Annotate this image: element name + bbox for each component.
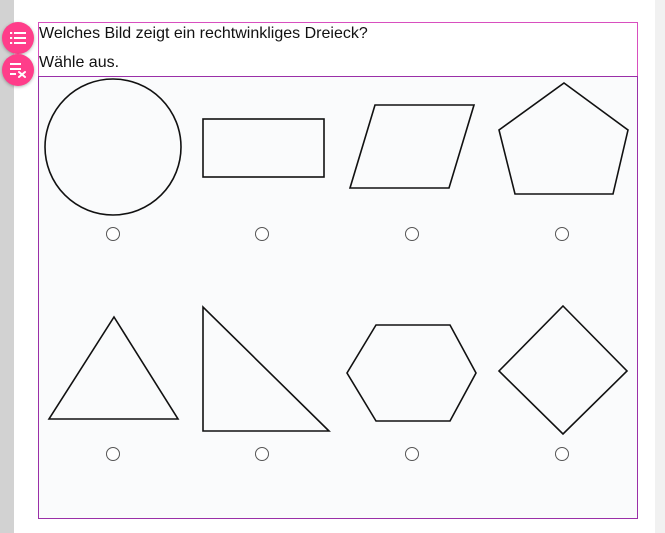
question-text: Welches Bild zeigt ein rechtwinkliges Dr… <box>39 25 368 42</box>
option-parallelogram-shape[interactable] <box>348 104 476 189</box>
option-hexagon-shape[interactable] <box>346 324 477 422</box>
question-panel: Welches Bild zeigt ein rechtwinkliges Dr… <box>38 22 638 77</box>
option-right-triangle-shape[interactable] <box>202 305 331 432</box>
option-diamond-shape[interactable] <box>497 304 629 436</box>
clear-list-button[interactable] <box>2 54 34 86</box>
option-radio-equilateral-triangle[interactable] <box>106 447 120 461</box>
option-radio-circle[interactable] <box>106 227 120 241</box>
option-radio-hexagon[interactable] <box>405 447 419 461</box>
clear-list-icon <box>10 63 26 78</box>
answer-options-panel <box>38 76 638 519</box>
option-radio-diamond[interactable] <box>555 447 569 461</box>
question-instruction: Wähle aus. <box>39 54 120 71</box>
right-scrollbar[interactable] <box>655 0 665 533</box>
option-equilateral-triangle-shape[interactable] <box>47 315 180 420</box>
list-button[interactable] <box>2 22 34 54</box>
option-rectangle-shape[interactable] <box>202 118 325 178</box>
option-radio-parallelogram[interactable] <box>405 227 419 241</box>
list-icon <box>10 32 26 44</box>
option-radio-rectangle[interactable] <box>255 227 269 241</box>
option-radio-pentagon[interactable] <box>555 227 569 241</box>
option-circle-shape[interactable] <box>44 78 182 216</box>
option-pentagon-shape[interactable] <box>498 82 629 195</box>
option-radio-right-triangle[interactable] <box>255 447 269 461</box>
answer-shapes <box>44 78 629 436</box>
